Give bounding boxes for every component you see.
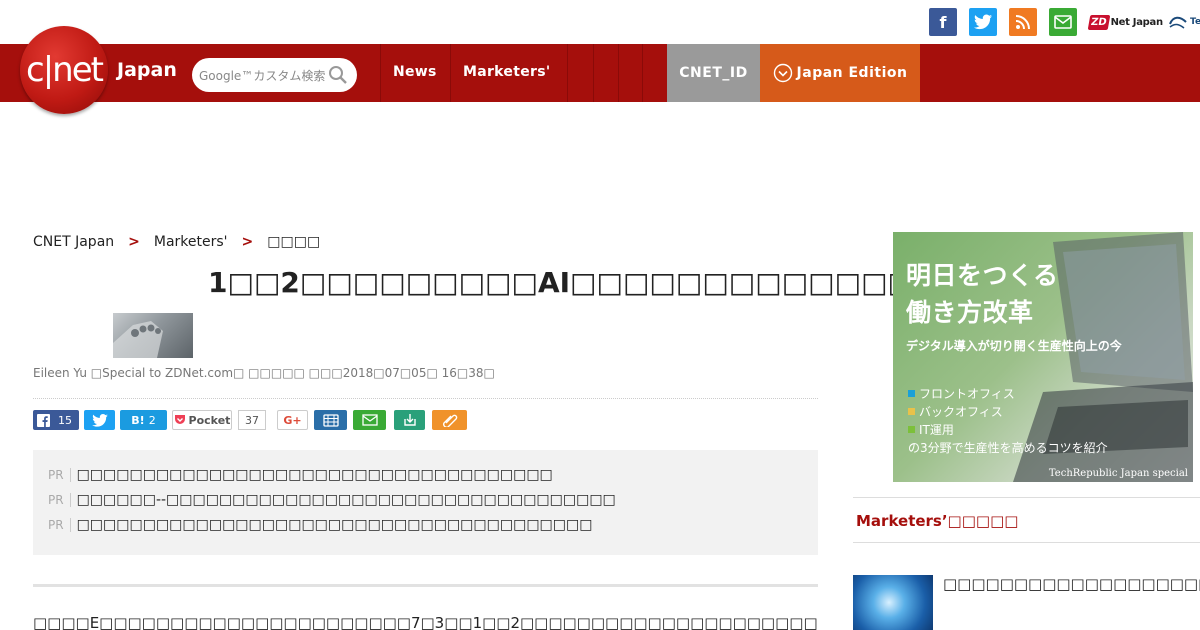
- nav-divider: [642, 44, 643, 102]
- pr-link[interactable]: □□□□□□□□□□□□□□□□□□□□□□□□□□□□□□□□□□□□□□□: [77, 517, 593, 533]
- ad-list-item: フロントオフィス: [908, 385, 1015, 402]
- print-button[interactable]: [314, 410, 347, 430]
- facebook-share-button[interactable]: 15: [33, 410, 79, 430]
- main-nav-bar: [0, 44, 1200, 102]
- breadcrumb-current[interactable]: □□□□: [267, 234, 320, 250]
- sidebar-divider: [853, 497, 1200, 498]
- pocket-icon: [174, 415, 185, 424]
- cnet-logo-text: c|net: [26, 50, 104, 90]
- search-icon[interactable]: [328, 65, 348, 85]
- google-plus-button[interactable]: G+: [277, 410, 308, 430]
- article-byline: Eileen Yu □Special to ZDNet.com□ □□□□□ □…: [33, 366, 495, 380]
- ad-list-label: IT運用: [919, 423, 954, 437]
- sidebar-divider: [853, 542, 1200, 543]
- hatena-count: 2: [148, 413, 156, 427]
- pr-links-box: PR □□□□□□□□□□□□□□□□□□□□□□□□□□□□□□□□□□□□ …: [33, 450, 818, 555]
- breadcrumb-separator: >: [128, 234, 140, 250]
- japan-edition-label: Japan Edition: [796, 65, 908, 81]
- article-body-text: □□□□E□□□□□□□□□□□□□□□□□□□□□□7□3□□1□□2□□□□…: [33, 614, 818, 630]
- nav-divider: [618, 44, 619, 102]
- print-icon: [322, 413, 339, 427]
- clip-button[interactable]: [432, 410, 467, 430]
- yellow-bullet-icon: [908, 408, 915, 415]
- pr-item[interactable]: PR □□□□□□□□□□□□□□□□□□□□□□□□□□□□□□□□□□□□□…: [48, 517, 592, 533]
- facebook-share-count: 15: [58, 413, 72, 427]
- mail-share-button[interactable]: [353, 410, 386, 430]
- ad-list-label: フロントオフィス: [919, 387, 1015, 401]
- ad-tagline: の3分野で生産性を高めるコツを紹介: [908, 441, 1108, 455]
- download-icon: [403, 414, 416, 426]
- nav-divider: [567, 44, 568, 102]
- hatena-label: B!: [131, 413, 145, 427]
- ad-list-item: バックオフィス: [908, 403, 1003, 420]
- pr-tag: PR: [48, 493, 71, 507]
- robot-hand-image: [113, 321, 163, 358]
- sidebar-story-thumbnail[interactable]: [853, 575, 933, 630]
- breadcrumb-home[interactable]: CNET Japan: [33, 234, 114, 250]
- zdnet-text: Net Japan: [1110, 16, 1164, 28]
- twitter-share-button[interactable]: [84, 410, 115, 430]
- sidebar-story-link[interactable]: □□□□□□□□□□□□□□□□□□□□: [943, 575, 1200, 593]
- nav-divider: [593, 44, 594, 102]
- cnet-logo[interactable]: c|net: [20, 26, 108, 114]
- save-button[interactable]: [394, 410, 425, 430]
- ad-headline-1: 明日をつくる: [906, 261, 1059, 290]
- techrepublic-text: Te: [1190, 17, 1200, 27]
- pr-link[interactable]: □□□□□□□□□□□□□□□□□□□□□□□□□□□□□□□□□□□□: [77, 467, 553, 483]
- techrepublic-logo-icon: [1169, 16, 1187, 29]
- rss-feed-icon: [1015, 15, 1030, 30]
- envelope-icon: [1054, 15, 1072, 29]
- article-thumbnail: [113, 313, 193, 358]
- zdnet-japan-link[interactable]: ZD Net Japan: [1087, 9, 1164, 35]
- paperclip-icon: [442, 414, 457, 427]
- blue-bullet-icon: [908, 390, 915, 397]
- byline-divider: [33, 398, 818, 399]
- facebook-icon: [37, 413, 50, 427]
- hatena-bookmark-button[interactable]: B! 2: [120, 410, 167, 430]
- envelope-icon: [361, 414, 378, 426]
- breadcrumb-marketers[interactable]: Marketers': [154, 234, 228, 250]
- chevron-down-circle-icon: [773, 63, 792, 83]
- ad-headline-2: 働き方改革: [906, 298, 1034, 327]
- pr-item[interactable]: PR □□□□□□□□□□□□□□□□□□□□□□□□□□□□□□□□□□□□: [48, 467, 553, 483]
- pr-tag: PR: [48, 468, 71, 482]
- japan-edition-button[interactable]: Japan Edition: [760, 44, 920, 102]
- pr-item[interactable]: PR □□□□□□--□□□□□□□□□□□□□□□□□□□□□□□□□□□□□…: [48, 492, 616, 508]
- twitter-bird-icon: [974, 14, 992, 30]
- twitter-bird-icon: [91, 413, 108, 427]
- sidebar-ad-banner[interactable]: 明日をつくる 働き方改革 デジタル導入が切り開く生産性向上の今 フロントオフィス…: [893, 232, 1193, 482]
- mail-icon[interactable]: [1049, 8, 1077, 36]
- nav-divider: [380, 44, 381, 102]
- search-input[interactable]: Google™カスタム検索: [199, 67, 325, 84]
- twitter-icon[interactable]: [969, 8, 997, 36]
- zdnet-badge: ZD: [1087, 14, 1110, 30]
- ad-list-item: IT運用: [908, 421, 954, 438]
- nav-marketers[interactable]: Marketers': [463, 64, 550, 80]
- nav-news[interactable]: News: [393, 64, 437, 80]
- pr-tag: PR: [48, 518, 71, 532]
- rss-icon[interactable]: [1009, 8, 1037, 36]
- ad-list-label: バックオフィス: [919, 405, 1003, 419]
- pr-link[interactable]: □□□□□□--□□□□□□□□□□□□□□□□□□□□□□□□□□□□□□□□…: [77, 492, 616, 508]
- facebook-icon[interactable]: f: [929, 8, 957, 36]
- cnet-id-button[interactable]: CNET_ID: [667, 44, 760, 102]
- pocket-label: Pocket: [188, 413, 231, 427]
- article-divider: [33, 584, 818, 587]
- sidebar-section-title: Marketers’□□□□□: [856, 512, 1019, 530]
- ad-footer: TechRepublic Japan special: [1048, 468, 1188, 479]
- pocket-count: 37: [238, 410, 266, 430]
- breadcrumb: CNET Japan > Marketers' > □□□□: [33, 234, 320, 250]
- pocket-button[interactable]: Pocket: [172, 410, 232, 430]
- top-social-bar: f ZD Net Japan Te: [0, 0, 1200, 44]
- site-search-box[interactable]: Google™カスタム検索: [192, 58, 357, 92]
- logo-edition-label: Japan: [117, 59, 177, 81]
- nav-divider: [450, 44, 451, 102]
- breadcrumb-separator: >: [241, 234, 254, 250]
- green-bullet-icon: [908, 426, 915, 433]
- ad-subhead: デジタル導入が切り開く生産性向上の今: [906, 339, 1122, 353]
- techrepublic-link[interactable]: Te: [1168, 9, 1200, 35]
